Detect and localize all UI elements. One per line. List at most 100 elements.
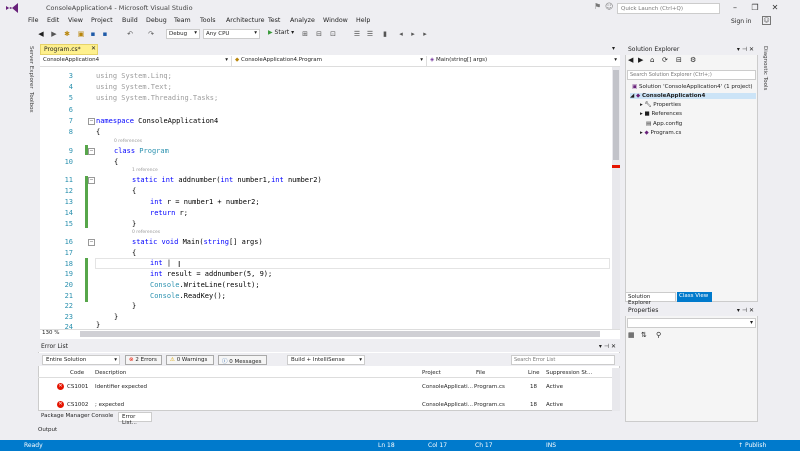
sync-icon[interactable]: ⟳ [662, 56, 668, 64]
toolbox-tab[interactable]: Toolbox [28, 92, 34, 113]
fold-toggle-icon[interactable]: − [88, 118, 95, 125]
menu-test[interactable]: Test [268, 17, 280, 24]
close-button[interactable]: ✕ [766, 2, 784, 14]
code-line[interactable]: return r; [150, 209, 188, 217]
property-pages-icon[interactable]: ⚲ [656, 331, 661, 339]
code-line[interactable]: int r = number1 + number2; [150, 198, 260, 206]
tab-program-cs[interactable]: Program.cs* [40, 44, 98, 55]
member-dropdown[interactable]: ◈ Main(string[] args) ▾ [427, 56, 620, 66]
scope-select[interactable]: Entire Solution ▾ [42, 355, 120, 365]
column-line[interactable]: Line [528, 370, 539, 376]
menu-window[interactable]: Window [323, 17, 348, 24]
toolbar-icon-1[interactable]: ⊞ [300, 29, 310, 39]
code-line[interactable]: static void Main(string[] args) [132, 238, 263, 246]
column-file[interactable]: File [476, 370, 485, 376]
toolbar-icon-2[interactable]: ⊟ [314, 29, 324, 39]
server-explorer-tab[interactable]: Server Explorer [28, 46, 34, 89]
platform-select[interactable]: Any CPU ▾ [203, 29, 260, 39]
nav-back-bookmark-icon[interactable]: ◂ [396, 29, 406, 39]
errors-filter-button[interactable]: ⊗ 2 Errors [125, 355, 162, 365]
notification-flag-icon[interactable]: ⚑ [594, 2, 601, 11]
fold-toggle-icon[interactable]: − [88, 239, 95, 246]
tab-package-manager-console[interactable]: Package Manager Console [38, 412, 117, 422]
code-line[interactable]: Console.ReadKey(); [150, 292, 226, 300]
feedback-icon[interactable]: ☺ [605, 2, 613, 11]
menu-edit[interactable]: Edit [47, 17, 59, 24]
fold-toggle-icon[interactable]: − [88, 148, 95, 155]
code-line[interactable]: } [96, 321, 100, 329]
code-line[interactable]: namespace ConsoleApplication4 [96, 117, 218, 125]
tab-error-list[interactable]: Error List... [118, 412, 152, 426]
pin-close-icons[interactable]: ▾ ⊣ ✕ [737, 307, 754, 314]
tree-item-solution[interactable]: ▣ Solution 'ConsoleApplication4' (1 proj… [632, 84, 753, 90]
tree-item-references[interactable]: ▸ ■ References [640, 111, 682, 117]
fold-toggle-icon[interactable]: − [88, 177, 95, 184]
code-line[interactable]: static int addnumber(int number1,int num… [132, 176, 322, 184]
tree-item-program-cs[interactable]: ▸ ◆ Program.cs [640, 130, 681, 136]
menu-build[interactable]: Build [122, 17, 138, 24]
menu-tools[interactable]: Tools [200, 17, 216, 24]
column-suppression[interactable]: Suppression St... [546, 370, 592, 376]
code-line[interactable]: using System.Threading.Tasks; [96, 94, 218, 102]
menu-debug[interactable]: Debug [146, 17, 167, 24]
error-list-scrollbar[interactable] [612, 368, 620, 411]
column-project[interactable]: Project [422, 370, 441, 376]
tree-item-properties[interactable]: ▸ 🔧︎ Properties [640, 102, 681, 108]
back-icon[interactable]: ◀ [628, 56, 633, 64]
menu-team[interactable]: Team [174, 17, 191, 24]
align-icon-2[interactable]: ☰ [365, 29, 375, 39]
tab-class-view[interactable]: Class View [677, 292, 712, 302]
code-line[interactable]: { [114, 158, 118, 166]
maximize-button[interactable]: ❐ [746, 2, 764, 14]
back-icon[interactable]: ◀ [36, 29, 46, 39]
menu-project[interactable]: Project [91, 17, 113, 24]
save-all-icon[interactable]: ▪ [100, 29, 110, 39]
code-line[interactable]: } [132, 302, 136, 310]
error-list-search-input[interactable]: Search Error List [511, 355, 615, 365]
publish-button[interactable]: ↑ Publish [738, 442, 766, 449]
code-line[interactable]: int result = addnumber(5, 9); [150, 270, 272, 278]
code-editor[interactable] [40, 67, 612, 329]
tree-item-app-config[interactable]: ▤ App.config [646, 121, 682, 127]
menu-help[interactable]: Help [356, 17, 370, 24]
collapse-icon[interactable]: ⊟ [676, 56, 682, 64]
tree-item-project[interactable]: ◢ ◆ ConsoleApplication4 [630, 93, 756, 99]
solution-search-input[interactable]: Search Solution Explorer (Ctrl+;) [627, 70, 756, 80]
pin-close-icons[interactable]: ▾ ⊣ ✕ [599, 343, 616, 350]
forward-icon[interactable]: ▶ [49, 29, 59, 39]
tab-solution-explorer[interactable]: Solution Explorer [625, 292, 676, 306]
close-icon[interactable]: ✕ [91, 45, 96, 52]
zoom-level[interactable]: 130 % [42, 330, 59, 336]
home-icon[interactable]: ⌂ [650, 56, 654, 64]
code-line[interactable]: using System.Linq; [96, 72, 172, 80]
messages-filter-button[interactable]: ⓘ 0 Messages [218, 355, 267, 365]
pin-close-icons[interactable]: ▾ ⊣ ✕ [737, 46, 754, 53]
new-project-icon[interactable]: ✱ [62, 29, 72, 39]
codelens-references[interactable]: 1 reference [132, 168, 158, 173]
code-line[interactable]: } [132, 220, 136, 228]
properties-icon[interactable]: ⚙ [690, 56, 696, 64]
diagnostic-tools-tab[interactable]: Diagnostic Tools [762, 46, 768, 90]
open-file-icon[interactable]: ▣ [76, 29, 86, 39]
codelens-references[interactable]: 0 references [132, 230, 160, 235]
code-line[interactable]: int | [150, 259, 171, 267]
configuration-select[interactable]: Debug ▾ [166, 29, 200, 39]
categorized-icon[interactable]: ▦ [628, 331, 635, 339]
start-button[interactable]: ▶ Start ▾ [268, 29, 294, 36]
undo-icon[interactable]: ↶ [125, 29, 135, 39]
menu-view[interactable]: View [68, 17, 83, 24]
forward-icon[interactable]: ▶ [638, 56, 643, 64]
code-line[interactable]: { [132, 249, 136, 257]
scrollbar-thumb[interactable] [613, 70, 619, 160]
menu-analyze[interactable]: Analyze [290, 17, 315, 24]
nav-forward-bookmark-icon[interactable]: ▸ [408, 29, 418, 39]
toolbar-icon-3[interactable]: ⊡ [328, 29, 338, 39]
code-line[interactable]: using System.Text; [96, 83, 172, 91]
redo-icon[interactable]: ↷ [146, 29, 156, 39]
menu-file[interactable]: File [28, 17, 39, 24]
code-line[interactable]: { [96, 128, 100, 136]
table-row[interactable] [38, 399, 612, 410]
sign-in-link[interactable]: Sign in [731, 18, 751, 25]
code-line[interactable]: Console.WriteLine(result); [150, 281, 260, 289]
align-icon[interactable]: ☰ [352, 29, 362, 39]
